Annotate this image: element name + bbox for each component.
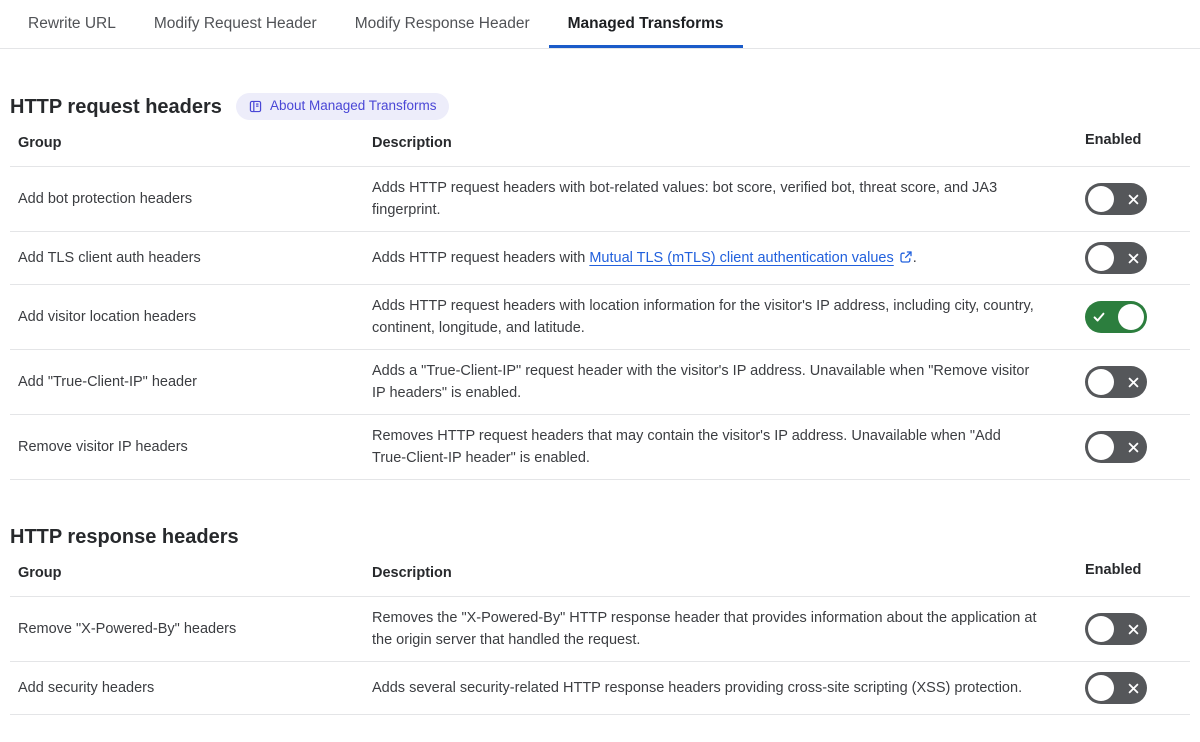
external-link-icon (899, 250, 913, 264)
group-cell: Add bot protection headers (18, 191, 193, 207)
request-headers-table: Group Description Enabled Add bot protectio… (10, 126, 1190, 480)
group-cell: Add TLS client auth headers (18, 250, 201, 266)
group-cell: Add security headers (18, 680, 155, 696)
group-cell: Remove "X-Powered-By" headers (18, 621, 237, 637)
toggle-knob (1088, 434, 1114, 460)
about-managed-transforms-link[interactable]: About Managed Transforms (235, 93, 449, 120)
toggle-remove-visitor-ip-headers[interactable] (1085, 431, 1147, 463)
description-cell: Adds a "True-Client-IP" request header w… (372, 363, 1030, 401)
enabled-cell (1085, 672, 1190, 704)
request-headers-section: HTTP request headers About Managed Trans… (0, 93, 1200, 480)
column-header-enabled: Enabled (1085, 132, 1142, 148)
column-header-description: Description (372, 565, 452, 581)
tab-modify-response-header[interactable]: Modify Response Header (336, 0, 549, 48)
response-headers-section: HTTP response headers Group Description En… (0, 524, 1200, 715)
x-icon (1122, 193, 1144, 206)
enabled-cell (1085, 242, 1190, 274)
enabled-cell (1085, 613, 1190, 645)
table-header-row: Group Description Enabled (10, 126, 1190, 167)
table-row: Add bot protection headers Adds HTTP requ… (10, 167, 1190, 232)
table-row: Add security headers Adds several securit… (10, 662, 1190, 715)
toggle-knob (1088, 675, 1114, 701)
request-section-title: HTTP request headers (10, 95, 222, 118)
x-icon (1122, 682, 1144, 695)
description-cell: Removes HTTP request headers that may co… (372, 428, 1001, 466)
toggle-knob (1088, 369, 1114, 395)
request-section-head: HTTP request headers About Managed Trans… (10, 93, 1190, 120)
table-row: Remove "X-Powered-By" headers Removes the… (10, 597, 1190, 662)
x-icon (1122, 376, 1144, 389)
description-cell: Adds HTTP request headers with location … (372, 298, 1034, 336)
enabled-cell (1085, 366, 1190, 398)
description-cell: Adds HTTP request headers with bot-relat… (372, 180, 998, 218)
table-row: Add "True-Client-IP" header Adds a "True-… (10, 350, 1190, 415)
description-text: Adds HTTP request headers with (372, 250, 590, 266)
toggle-add-true-client-ip-header[interactable] (1085, 366, 1147, 398)
tab-managed-transforms[interactable]: Managed Transforms (549, 0, 743, 48)
toggle-add-tls-client-auth-headers[interactable] (1085, 242, 1147, 274)
table-header-row: Group Description Enabled (10, 556, 1190, 597)
description-cell: Adds HTTP request headers with Mutual TL… (372, 247, 1085, 269)
group-cell: Add "True-Client-IP" header (18, 374, 198, 390)
column-header-group: Group (18, 565, 62, 581)
mtls-documentation-link[interactable]: Mutual TLS (mTLS) client authentication … (589, 250, 893, 266)
column-header-description: Description (372, 135, 452, 151)
group-cell: Remove visitor IP headers (18, 439, 188, 455)
table-row: Remove visitor IP headers Removes HTTP re… (10, 415, 1190, 480)
toggle-knob (1118, 304, 1144, 330)
enabled-cell (1085, 301, 1190, 333)
enabled-cell (1085, 431, 1190, 463)
badge-label: About Managed Transforms (269, 98, 437, 113)
response-section-head: HTTP response headers (10, 524, 1190, 550)
toggle-knob (1088, 616, 1114, 642)
toggle-knob (1088, 186, 1114, 212)
description-text: . (912, 250, 917, 266)
toggle-add-security-headers[interactable] (1085, 672, 1147, 704)
response-headers-table: Group Description Enabled Remove "X-Powered… (10, 556, 1190, 715)
table-row: Add TLS client auth headers Adds HTTP req… (10, 232, 1190, 285)
table-row: Add visitor location headers Adds HTTP re… (10, 285, 1190, 350)
enabled-cell (1085, 183, 1190, 215)
check-icon (1088, 310, 1110, 324)
page-bottom-spacer (0, 715, 1200, 729)
toggle-knob (1088, 245, 1114, 271)
column-header-group: Group (18, 135, 62, 151)
toggle-remove-x-powered-by-headers[interactable] (1085, 613, 1147, 645)
x-icon (1122, 623, 1144, 636)
column-header-enabled: Enabled (1085, 562, 1142, 578)
tab-rewrite-url[interactable]: Rewrite URL (9, 0, 135, 48)
toggle-add-visitor-location-headers[interactable] (1085, 301, 1147, 333)
x-icon (1122, 252, 1144, 265)
tab-modify-request-header[interactable]: Modify Request Header (135, 0, 336, 48)
x-icon (1122, 441, 1144, 454)
group-cell: Add visitor location headers (18, 309, 197, 325)
description-cell: Removes the "X-Powered-By" HTTP response… (372, 610, 1037, 648)
tab-bar: Rewrite URL Modify Request Header Modify R… (0, 0, 1200, 49)
book-icon (248, 99, 263, 114)
toggle-add-bot-protection-headers[interactable] (1085, 183, 1147, 215)
response-section-title: HTTP response headers (10, 526, 239, 548)
managed-transforms-page: Rewrite URL Modify Request Header Modify R… (0, 0, 1200, 729)
description-cell: Adds several security-related HTTP respo… (372, 680, 1023, 696)
